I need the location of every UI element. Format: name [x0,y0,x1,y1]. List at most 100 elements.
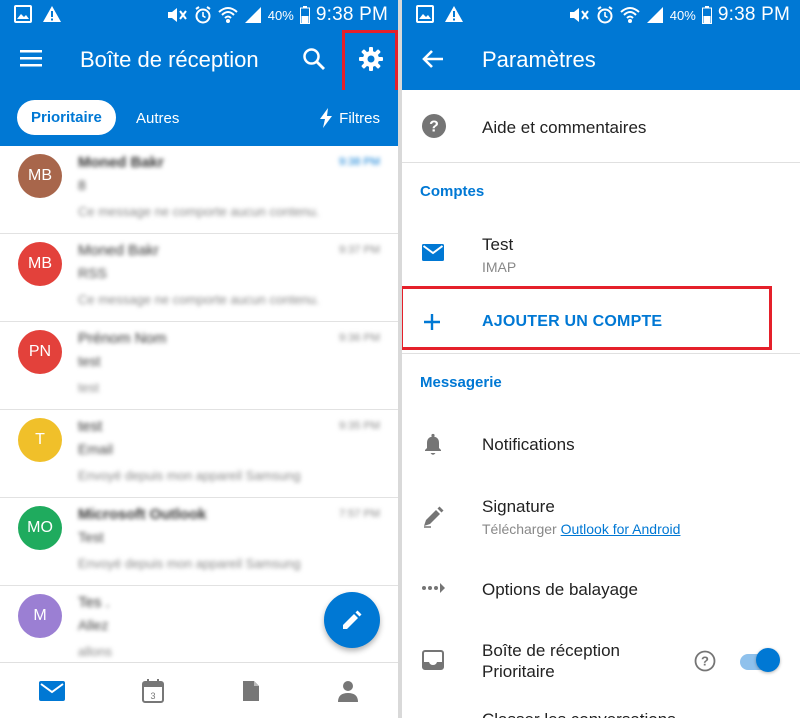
battery-percent: 40% [669,7,696,23]
signal-icon [244,7,261,23]
signature-value: Télécharger Outlook for Android [482,521,680,537]
message-list: MB Moned Bakr 8 Ce message ne comporte a… [0,146,398,662]
files-icon[interactable] [242,680,260,702]
inbox-app-bar: Boîte de réception [0,28,398,90]
svg-text:3: 3 [151,691,156,701]
message-row[interactable]: MB Moned Bakr 8 Ce message ne comporte a… [0,146,398,234]
status-bar: 40% 9:38 PM [402,0,800,28]
conversation-sort-item[interactable]: Classer les conversations [402,700,800,718]
toggle-knob [756,648,780,672]
mail-icon[interactable] [38,680,65,701]
message-row[interactable]: T test Email Envoyé depuis mon appareil … [0,410,398,498]
settings-screen: 40% 9:38 PM Paramètres ? Aide et comment… [402,0,800,718]
account-name: Test [482,235,514,254]
signature-label: Signature [482,497,555,516]
lightning-icon [320,108,333,128]
message-subject: Allez [78,617,109,633]
message-time: 9:36 PM [339,332,380,344]
wifi-icon [620,7,640,23]
message-preview: Ce message ne comporte aucun contenu. [78,204,320,219]
message-preview: Envoyé depuis mon appareil Samsung [78,556,301,571]
avatar: MB [18,242,62,286]
signature-item[interactable]: Signature Télécharger Outlook for Androi… [402,480,800,556]
message-sender: Moned Bakr [78,154,164,171]
filters-button[interactable]: Filtres [319,108,380,128]
help-label: Aide et commentaires [482,118,647,137]
message-subject: Email [78,441,114,457]
message-sender: Tes . [78,594,110,611]
avatar: T [18,418,62,462]
clock: 9:38 PM [717,4,790,25]
account-type: IMAP [482,259,517,275]
avatar: PN [18,330,62,374]
mail-icon [422,244,444,261]
wifi-icon [218,7,238,23]
focused-inbox-label-line2: Prioritaire [482,662,555,681]
conversation-sort-label: Classer les conversations [482,710,676,718]
message-preview: allons [78,644,112,659]
back-arrow-icon[interactable] [422,49,444,69]
message-sender: Prénom Nom [78,330,167,347]
alarm-icon [195,6,211,24]
info-icon[interactable]: ? [694,650,716,672]
battery-percent: 40% [267,7,294,23]
message-subject: Test [78,529,104,545]
svg-text:?: ? [429,119,439,136]
battery-icon [701,6,712,24]
message-preview: Ce message ne comporte aucun contenu. [78,292,320,307]
outlook-android-link[interactable]: Outlook for Android [561,521,681,537]
clock: 9:38 PM [315,4,388,25]
calendar-icon[interactable]: 3 [142,678,165,703]
tab-other[interactable]: Autres [136,110,179,127]
focused-inbox-label-line1: Boîte de réception [482,641,620,660]
tab-focused[interactable]: Prioritaire [17,100,116,135]
settings-title: Paramètres [482,47,596,72]
alarm-icon [597,6,613,24]
message-time: 7:57 PM [339,508,380,520]
inbox-filter-bar: Prioritaire Autres Filtres [0,90,398,146]
bell-icon [425,433,441,455]
help-feedback-item[interactable]: ? Aide et commentaires [402,90,800,162]
signal-icon [646,7,663,23]
warning-icon [43,6,61,22]
inbox-title: Boîte de réception [80,47,259,72]
message-time: 9:37 PM [339,244,380,256]
swipe-options-item[interactable]: Options de balayage [402,560,800,618]
message-subject: RSS [78,265,107,281]
gallery-icon [416,5,434,23]
signature-prefix: Télécharger [482,521,557,537]
signature-pen-icon [424,506,444,528]
filters-label: Filtres [339,109,380,127]
mute-icon [569,8,589,22]
inbox-tray-icon [422,650,444,670]
search-icon[interactable] [302,47,326,71]
settings-highlight-box [342,30,398,94]
message-sender: Moned Bakr [78,242,159,259]
notifications-label: Notifications [482,435,575,454]
message-subject: test [78,353,101,369]
menu-icon[interactable] [20,49,42,67]
avatar: MB [18,154,62,198]
warning-icon [445,6,463,22]
mute-icon [167,8,187,22]
compose-button[interactable] [324,592,380,648]
contacts-icon[interactable] [337,680,359,702]
swipe-label: Options de balayage [482,580,638,599]
account-item[interactable]: Test IMAP [402,222,800,288]
avatar: M [18,594,62,638]
status-bar: 40% 9:38 PM [0,0,398,28]
messaging-section-header: Messagerie [420,374,502,391]
swipe-dots-icon [422,583,445,593]
help-icon: ? [422,114,446,138]
message-row[interactable]: PN Prénom Nom test test 9:36 PM [0,322,398,410]
battery-icon [299,6,310,24]
notifications-item[interactable]: Notifications [402,414,800,476]
message-time: 9:35 PM [339,420,380,432]
bottom-navigation: 3 [0,662,398,718]
message-row[interactable]: MB Moned Bakr RSS Ce message ne comporte… [0,234,398,322]
message-time: 9:38 PM [339,156,380,168]
message-preview: Envoyé depuis mon appareil Samsung [78,468,301,483]
pencil-icon [343,610,362,629]
message-row[interactable]: MO Microsoft Outlook Test Envoyé depuis … [0,498,398,586]
gallery-icon [14,5,32,23]
